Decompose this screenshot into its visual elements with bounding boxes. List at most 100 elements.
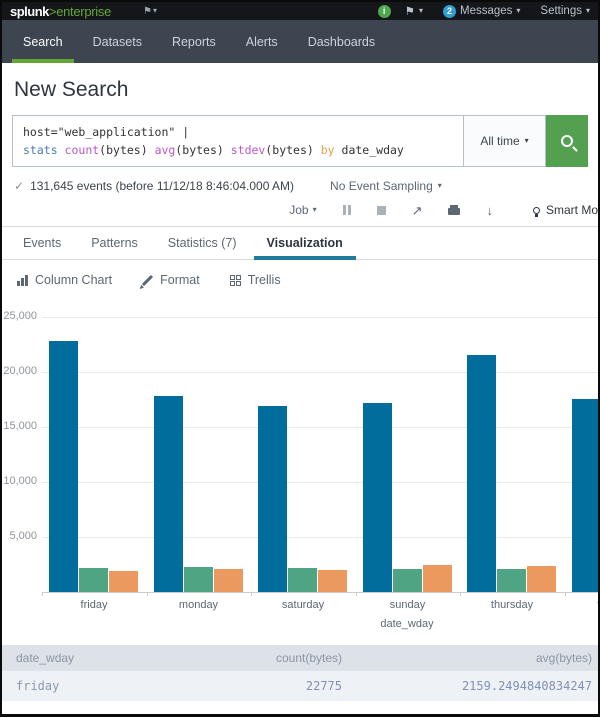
cell-date-wday[interactable]: friday — [2, 679, 202, 693]
cell-count-bytes[interactable]: 22775 — [202, 679, 342, 693]
x-axis-label: saturday — [261, 599, 345, 611]
y-gridline — [42, 537, 598, 538]
tab-patterns[interactable]: Patterns — [76, 227, 153, 259]
bar-count(bytes)-monday[interactable] — [154, 396, 183, 592]
nav-item-datasets[interactable]: Datasets — [78, 20, 157, 63]
bar-stdev(bytes)-monday[interactable] — [214, 569, 243, 592]
y-gridline — [42, 372, 598, 373]
time-range-label: All time — [480, 134, 519, 148]
smart-mode-label: Smart Mo — [546, 203, 598, 217]
bar-stdev(bytes)-friday[interactable] — [109, 571, 138, 592]
splunk-window: splunk>enterprise ⚑▾ i ⚑▾ 2 Messages ▾ S… — [0, 0, 600, 717]
x-axis-title: date_wday — [347, 618, 467, 630]
page-title: New Search — [2, 63, 598, 115]
y-axis-label: 5,000 — [2, 530, 37, 542]
search-icon — [561, 135, 573, 147]
bar-count(bytes)-sunday[interactable] — [363, 403, 392, 592]
bar-stdev(bytes)-saturday[interactable] — [318, 570, 347, 592]
app-flag-icon[interactable]: ⚑▾ — [143, 6, 157, 17]
chevron-down-icon: ▾ — [525, 137, 529, 145]
pencil-icon — [142, 274, 153, 285]
logo-enterprise-text: >enterprise — [49, 4, 111, 19]
bar-avg(bytes)-monday[interactable] — [184, 567, 213, 592]
x-axis-line — [42, 592, 598, 593]
bar-avg(bytes)-thursday[interactable] — [497, 569, 526, 592]
bar-avg(bytes)-saturday[interactable] — [288, 568, 317, 592]
y-axis-label: 20,000 — [2, 365, 37, 377]
stop-icon[interactable] — [377, 206, 386, 215]
activity-indicator[interactable]: i — [378, 5, 391, 18]
y-axis-label: 10,000 — [2, 475, 37, 487]
trellis-label: Trellis — [248, 273, 281, 287]
chart-type-label: Column Chart — [35, 273, 112, 287]
x-axis-label: friday — [52, 599, 136, 611]
table-row: friday 22775 2159.2494840834247 — [2, 671, 598, 701]
search-button[interactable] — [546, 115, 588, 167]
chevron-down-icon: ▾ — [586, 7, 590, 15]
settings-menu[interactable]: Settings ▾ — [540, 5, 590, 17]
statistics-table: date_wday count(bytes) avg(bytes) friday… — [2, 645, 598, 701]
splunk-logo[interactable]: splunk>enterprise — [10, 4, 111, 19]
bar-stdev(bytes)-sunday[interactable] — [423, 565, 452, 592]
nav-item-reports[interactable]: Reports — [157, 20, 231, 63]
query-token: (bytes) — [175, 143, 230, 157]
query-token: count — [65, 143, 100, 157]
x-axis-label: tuesday — [575, 599, 599, 611]
chevron-down-icon: ▾ — [313, 206, 317, 214]
header-date-wday[interactable]: date_wday — [2, 651, 202, 665]
header-avg-bytes[interactable]: avg(bytes) — [342, 651, 598, 665]
column-chart-icon — [17, 275, 28, 286]
tab-visualization[interactable]: Visualization — [252, 227, 358, 259]
time-range-picker[interactable]: All time ▾ — [464, 115, 546, 167]
table-header-row: date_wday count(bytes) avg(bytes) — [2, 645, 598, 671]
header-count-bytes[interactable]: count(bytes) — [202, 651, 342, 665]
messages-menu[interactable]: 2 Messages ▾ — [443, 5, 520, 18]
cell-avg-bytes[interactable]: 2159.2494840834247 — [342, 679, 598, 693]
top-bar: splunk>enterprise ⚑▾ i ⚑▾ 2 Messages ▾ S… — [2, 2, 598, 20]
tab-statistics[interactable]: Statistics (7) — [153, 227, 252, 259]
bar-avg(bytes)-friday[interactable] — [79, 568, 108, 592]
smart-mode-toggle[interactable]: Smart Mo — [533, 203, 598, 217]
nav-item-search[interactable]: Search — [8, 20, 78, 63]
pause-icon[interactable] — [343, 205, 351, 215]
nav-item-alerts[interactable]: Alerts — [231, 20, 293, 63]
nav-item-dashboards[interactable]: Dashboards — [293, 20, 390, 63]
query-token: date_wday — [342, 143, 404, 157]
bar-count(bytes)-friday[interactable] — [49, 341, 78, 592]
messages-label: Messages — [460, 5, 512, 17]
bar-count(bytes)-saturday[interactable] — [258, 406, 287, 592]
bar-avg(bytes)-sunday[interactable] — [393, 569, 422, 592]
y-axis-label: 25,000 — [2, 310, 37, 322]
bar-stdev(bytes)-thursday[interactable] — [527, 566, 556, 592]
y-axis-label: 15,000 — [2, 420, 37, 432]
share-icon[interactable]: ↗ — [412, 204, 423, 217]
y-gridline — [42, 427, 598, 428]
query-token: by — [321, 143, 342, 157]
app-nav-bar: Search Datasets Reports Alerts Dashboard… — [2, 20, 598, 63]
chevron-down-icon: ▾ — [153, 7, 157, 15]
lightbulb-icon — [533, 207, 540, 214]
bar-count(bytes)-tuesday[interactable] — [572, 399, 599, 592]
pennant-flag-icon: ⚑ — [143, 6, 152, 17]
search-query-input[interactable]: host="web_application" | stats count(byt… — [12, 115, 464, 167]
messages-count-badge: 2 — [443, 5, 456, 18]
export-icon[interactable]: ↓ — [486, 204, 493, 217]
job-menu[interactable]: Job ▾ — [289, 203, 316, 217]
event-sampling-dropdown[interactable]: No Event Sampling ▾ — [330, 179, 442, 193]
bookmark-flag[interactable]: ⚑▾ — [405, 4, 423, 18]
bar-count(bytes)-thursday[interactable] — [467, 355, 496, 592]
tab-events[interactable]: Events — [8, 227, 76, 259]
chart-type-picker[interactable]: Column Chart — [17, 273, 112, 287]
format-button[interactable]: Format — [142, 273, 200, 287]
pennant-flag-icon: ⚑ — [405, 4, 415, 18]
check-icon: ✓ — [14, 179, 24, 193]
trellis-button[interactable]: Trellis — [230, 273, 281, 287]
format-label: Format — [160, 273, 200, 287]
x-axis-label: sunday — [366, 599, 450, 611]
settings-label: Settings — [540, 5, 582, 17]
print-icon[interactable] — [448, 208, 460, 215]
trellis-grid-icon — [230, 275, 241, 286]
query-token: (bytes) — [265, 143, 320, 157]
query-token: stdev — [231, 143, 266, 157]
chevron-down-icon: ▾ — [419, 7, 423, 15]
